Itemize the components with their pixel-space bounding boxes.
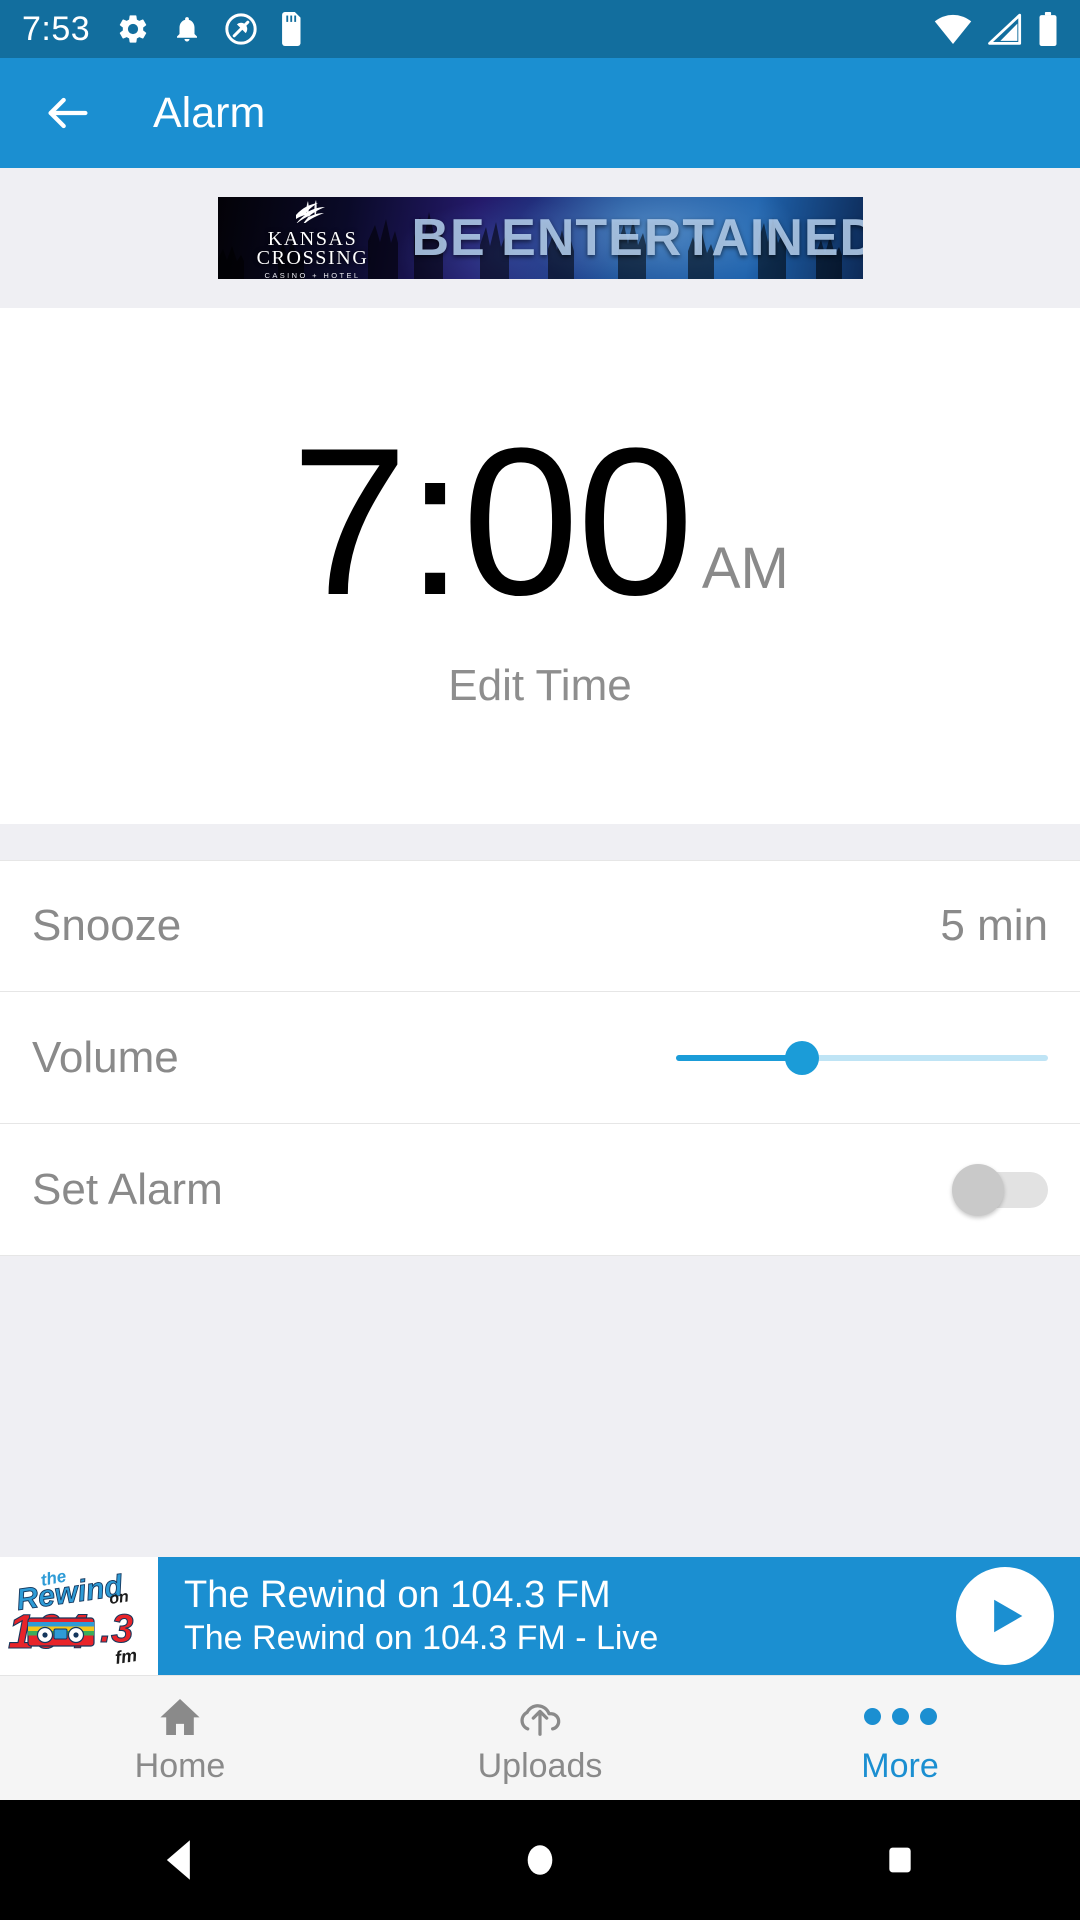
advertisement-headline: BE ENTERTAINED (411, 209, 863, 267)
now-playing-subtitle: The Rewind on 104.3 FM - Live (184, 1619, 659, 1658)
gear-icon (116, 12, 150, 46)
status-bar-system-icons (934, 12, 1058, 46)
content-spacer (0, 1256, 1080, 1557)
alarm-time-section: 7:00 AM Edit Time (0, 308, 1080, 824)
arrow-left-icon (48, 97, 88, 129)
wifi-icon (934, 13, 972, 45)
advertisement-container: KANSAS CROSSING CASINO + HOTEL BE ENTERT… (0, 168, 1080, 308)
recents-square-icon (889, 1847, 911, 1873)
cellular-signal-icon (988, 13, 1022, 45)
play-button-circle (956, 1567, 1054, 1665)
rewind-104-logo-icon: the Rewind on 104 .3 (7, 1566, 139, 1668)
bell-icon (172, 12, 202, 46)
more-dot (919, 1708, 937, 1725)
nav-item-home[interactable]: Home (0, 1676, 360, 1800)
nav-label-uploads: Uploads (477, 1746, 603, 1785)
advertisement-brand-line-2: CROSSING (256, 247, 369, 269)
setting-row-snooze[interactable]: Snooze 5 min (0, 860, 1080, 992)
volume-slider-fill (676, 1054, 803, 1061)
nav-item-uploads[interactable]: Uploads (360, 1676, 720, 1800)
status-bar-notification-icons (116, 12, 304, 46)
app-bar: Alarm (0, 58, 1080, 168)
snooze-label: Snooze (32, 901, 182, 950)
advertisement-brand-subtitle: CASINO + HOTEL (264, 271, 361, 279)
settings-list: Snooze 5 min Volume Set Alarm (0, 860, 1080, 1256)
alarm-time-value: 7:00 (291, 404, 694, 639)
android-home-button[interactable] (360, 1800, 720, 1920)
status-bar: 7:53 (0, 0, 1080, 58)
now-playing-bar[interactable]: the Rewind on 104 .3 (0, 1557, 1080, 1675)
status-bar-clock: 7:53 (22, 10, 91, 48)
set-alarm-toggle-thumb[interactable] (952, 1163, 1004, 1216)
do-not-disturb-icon (224, 12, 258, 46)
snooze-value: 5 min (940, 901, 1048, 950)
advertisement-banner[interactable]: KANSAS CROSSING CASINO + HOTEL BE ENTERT… (217, 197, 863, 279)
play-icon (994, 1599, 1023, 1633)
now-playing-info: The Rewind on 104.3 FM The Rewind on 104… (158, 1557, 930, 1675)
android-system-navigation (0, 1800, 1080, 1920)
settings-list-spacer (0, 824, 1080, 860)
nav-item-more[interactable]: More (720, 1676, 1080, 1800)
volume-slider-thumb[interactable] (785, 1040, 820, 1075)
now-playing-title: The Rewind on 104.3 FM (184, 1574, 611, 1617)
alarm-time-row[interactable]: 7:00 AM (291, 404, 789, 639)
setting-row-set-alarm[interactable]: Set Alarm (0, 1124, 1080, 1256)
battery-icon (1038, 12, 1058, 46)
svg-text:on: on (108, 1588, 130, 1608)
nav-label-home: Home (134, 1746, 226, 1785)
back-triangle-icon (166, 1840, 190, 1880)
svg-text:.3: .3 (100, 1607, 133, 1651)
home-icon (160, 1698, 200, 1735)
back-button[interactable] (38, 83, 98, 143)
android-recents-button[interactable] (720, 1800, 1080, 1920)
setting-row-volume[interactable]: Volume (0, 992, 1080, 1124)
set-alarm-label: Set Alarm (32, 1164, 223, 1214)
alarm-meridiem: AM (701, 535, 789, 601)
more-dot (891, 1708, 909, 1725)
more-dot (863, 1708, 881, 1725)
volume-label: Volume (32, 1032, 179, 1082)
svg-text:fm: fm (114, 1645, 139, 1668)
set-alarm-toggle[interactable] (952, 1160, 1048, 1220)
station-artwork: the Rewind on 104 .3 (0, 1557, 158, 1675)
more-dots-icon (863, 1694, 937, 1740)
sd-card-icon (280, 12, 304, 46)
bottom-navigation: Home Uploads More (0, 1675, 1080, 1800)
volume-slider[interactable] (676, 1028, 1048, 1088)
page-title: Alarm (153, 88, 266, 137)
edit-time-button[interactable]: Edit Time (448, 663, 631, 708)
home-circle-icon (527, 1845, 553, 1875)
advertisement-brand-logo: KANSAS CROSSING CASINO + HOTEL (218, 197, 408, 279)
kansas-crossing-mark-icon (292, 199, 334, 228)
android-back-button[interactable] (0, 1800, 360, 1920)
play-button[interactable] (930, 1557, 1080, 1675)
nav-label-more: More (861, 1746, 939, 1785)
cloud-upload-icon (520, 1703, 561, 1736)
app-screen: 7:53 Alarm KANSAS CROSSING CASINO + HOTE… (0, 0, 1080, 1920)
